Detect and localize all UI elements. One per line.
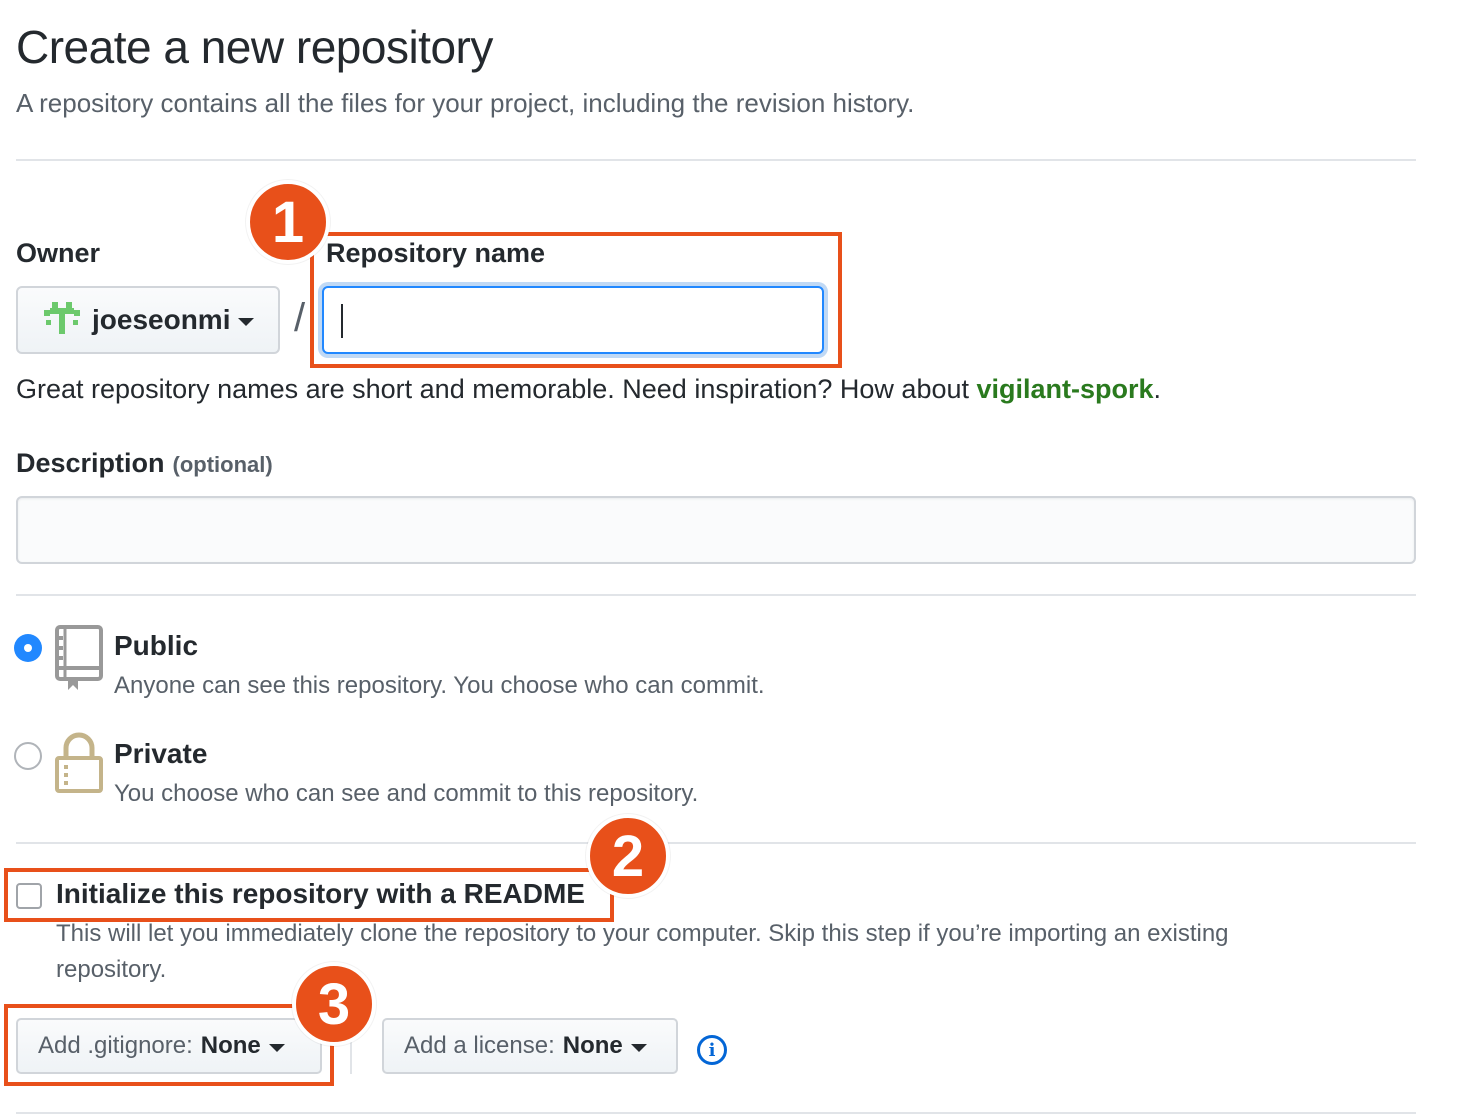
divider — [16, 159, 1416, 161]
private-description: You choose who can see and commit to thi… — [114, 780, 699, 807]
owner-repo-separator: / — [294, 296, 306, 340]
private-radio[interactable] — [14, 742, 42, 770]
annotation-badge-3: 3 — [292, 962, 376, 1046]
owner-label: Owner — [16, 238, 101, 268]
optional-tag: (optional) — [172, 452, 273, 477]
readme-description-line2: repository. — [56, 956, 167, 983]
owner-dropdown[interactable]: joeseonmi — [16, 286, 280, 354]
license-label: Add a license: — [404, 1032, 555, 1059]
public-radio[interactable] — [14, 634, 42, 662]
page-title: Create a new repository — [16, 21, 493, 73]
annotation-badge-1: 1 — [246, 180, 330, 264]
description-label-row: Description (optional) — [16, 448, 273, 479]
divider — [16, 594, 1416, 596]
divider — [16, 1112, 1416, 1114]
annotation-box-repo-name — [310, 232, 842, 368]
name-suggestion-link[interactable]: vigilant-spork — [977, 374, 1154, 404]
page-subtitle: A repository contains all the files for … — [16, 88, 915, 118]
description-label: Description — [16, 448, 165, 478]
readme-description-line1: This will let you immediately clone the … — [56, 920, 1229, 947]
description-input[interactable] — [16, 496, 1416, 564]
hint-text: Great repository names are short and mem… — [16, 374, 977, 404]
license-dropdown[interactable]: Add a license: None — [382, 1018, 678, 1074]
owner-avatar — [44, 302, 80, 338]
license-value: None — [562, 1032, 623, 1059]
hint-suffix: . — [1153, 374, 1162, 404]
public-title: Public — [114, 630, 199, 661]
owner-name: joeseonmi — [92, 304, 231, 335]
chevron-down-icon — [238, 318, 255, 326]
divider — [16, 842, 1416, 844]
annotation-box-gitignore — [4, 1004, 334, 1086]
annotation-box-readme — [4, 868, 614, 922]
annotation-badge-2: 2 — [586, 814, 670, 898]
public-description: Anyone can see this repository. You choo… — [114, 672, 765, 699]
lock-icon — [55, 732, 103, 793]
info-icon[interactable]: i — [697, 1035, 727, 1065]
repo-name-hint: Great repository names are short and mem… — [16, 374, 1161, 405]
private-title: Private — [114, 738, 208, 769]
chevron-down-icon — [630, 1044, 647, 1052]
repo-book-icon — [55, 625, 103, 690]
